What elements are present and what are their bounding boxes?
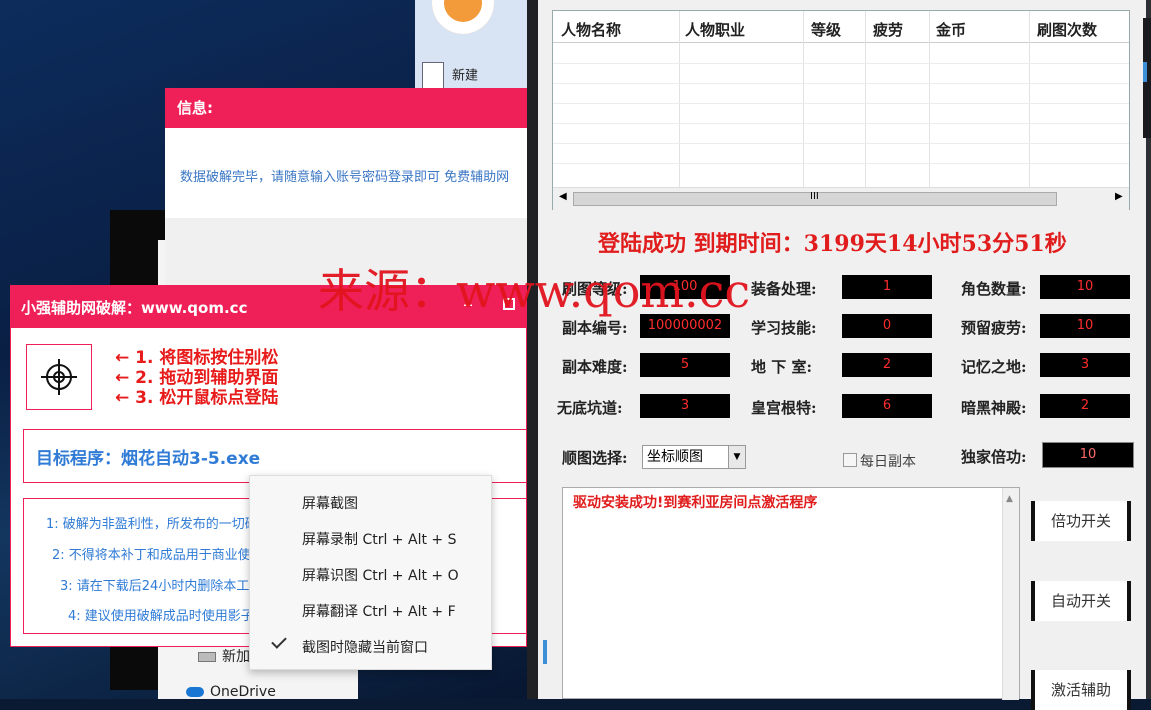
- scroll-left-icon[interactable]: ◀: [559, 191, 567, 202]
- watermark: 来源：www.qom.cc: [318, 264, 751, 318]
- scroll-thumb[interactable]: III: [573, 191, 1057, 206]
- daily-dungeon-checkbox[interactable]: [843, 453, 857, 467]
- column-divider: [679, 11, 680, 187]
- field-value[interactable]: 10: [1040, 275, 1130, 299]
- target-program-label: 目标程序：烟花自动3-5.exe: [36, 449, 261, 469]
- table-header[interactable]: 刷图次数: [1037, 19, 1097, 40]
- app-left-border: [527, 0, 538, 699]
- edge-indicator: [1143, 62, 1147, 82]
- horizontal-scrollbar[interactable]: ◀ III ▶: [553, 187, 1129, 210]
- menu-item-screen-ocr[interactable]: 屏幕识图 Ctrl + Alt + O: [302, 565, 459, 585]
- column-divider: [803, 11, 804, 187]
- menu-item-screen-record[interactable]: 屏幕录制 Ctrl + Alt + S: [302, 529, 456, 549]
- row-divider: [553, 143, 1129, 144]
- table-header[interactable]: 疲劳: [873, 19, 903, 40]
- chevron-down-icon[interactable]: ▼: [728, 446, 745, 468]
- field-label: 学习技能:: [751, 319, 817, 337]
- row-divider: [553, 83, 1129, 84]
- field-value[interactable]: 1: [842, 275, 932, 299]
- menu-item-screenshot[interactable]: 屏幕截图: [302, 493, 358, 513]
- row-divider: [553, 103, 1129, 104]
- multiplier-label: 独家倍功:: [961, 448, 1027, 466]
- row-divider: [553, 163, 1129, 164]
- auto-toggle-button[interactable]: 自动开关: [1031, 581, 1131, 621]
- info-dialog-message: 数据破解完毕，请随意输入账号密码登录即可 免费辅助网: [180, 170, 510, 185]
- crack-window-title: 小强辅助网破解：www.qom.cc: [21, 299, 248, 317]
- field-value[interactable]: 3: [1040, 353, 1130, 377]
- activate-button[interactable]: 激活辅助: [1031, 670, 1131, 710]
- column-divider: [929, 11, 930, 187]
- scroll-up-icon[interactable]: ▲: [1006, 494, 1013, 504]
- vertical-scrollbar[interactable]: ▲: [1002, 488, 1019, 700]
- table-header[interactable]: 金币: [936, 19, 966, 40]
- cloud-icon: [186, 687, 204, 697]
- field-label: 装备处理:: [751, 280, 817, 298]
- drive-icon: [198, 652, 216, 662]
- edge-indicator-left: [543, 640, 547, 664]
- field-label: 皇宫根特:: [751, 399, 817, 417]
- daily-dungeon-label: 每日副本: [860, 454, 916, 470]
- column-divider: [865, 11, 866, 187]
- info-dialog-title: 信息:: [165, 88, 527, 128]
- log-textbox[interactable]: 驱动安装成功!到赛利亚房间点激活程序 ▲: [562, 487, 1020, 700]
- checkmark-icon: [271, 633, 287, 649]
- field-label: 暗黑神殿:: [961, 399, 1027, 417]
- field-value[interactable]: 3: [640, 394, 730, 418]
- row-divider: [553, 123, 1129, 124]
- field-label: 角色数量:: [961, 280, 1027, 298]
- field-label: 无底坑道:: [557, 399, 623, 417]
- field-value[interactable]: 10: [1040, 314, 1130, 338]
- field-value[interactable]: 2: [842, 353, 932, 377]
- menu-item-screen-translate[interactable]: 屏幕翻译 Ctrl + Alt + F: [302, 601, 456, 621]
- field-label: 副本难度:: [562, 358, 628, 376]
- step-1: ← 1. 将图标按住别松: [115, 348, 279, 368]
- step-3: ← 3. 松开鼠标点登陆: [115, 388, 279, 408]
- document-icon: [422, 62, 444, 90]
- log-message: 驱动安装成功!到赛利亚房间点激活程序: [573, 495, 818, 511]
- field-value[interactable]: 5: [640, 353, 730, 377]
- map-select-dropdown[interactable]: 坐标顺图 ▼: [642, 445, 746, 469]
- explorer-onedrive-item[interactable]: OneDrive: [186, 684, 276, 700]
- crosshair-drag-target[interactable]: [26, 344, 92, 410]
- table-header[interactable]: 人物职业: [685, 19, 745, 40]
- field-label: 预留疲劳:: [961, 319, 1027, 337]
- crosshair-icon: [41, 359, 77, 395]
- field-label: 记忆之地:: [961, 358, 1027, 376]
- field-value[interactable]: 2: [1040, 394, 1130, 418]
- login-status: 登陆成功 到期时间：3199天14小时53分51秒: [598, 231, 1067, 257]
- map-select-label: 顺图选择:: [562, 449, 628, 467]
- header-divider: [553, 42, 1129, 43]
- multiplier-toggle-button[interactable]: 倍功开关: [1031, 501, 1131, 541]
- field-label: 地 下 室:: [751, 358, 812, 376]
- table-header[interactable]: 人物名称: [561, 19, 621, 40]
- context-menu: 屏幕截图 屏幕录制 Ctrl + Alt + S 屏幕识图 Ctrl + Alt…: [249, 475, 492, 670]
- character-table[interactable]: 人物名称 人物职业 等级 疲劳 金币 刷图次数 ◀ III ▶: [552, 10, 1130, 210]
- step-2: ← 2. 拖动到辅助界面: [115, 368, 279, 388]
- menu-item-hide-window[interactable]: 截图时隐藏当前窗口: [302, 637, 428, 657]
- instruction-steps: ← 1. 将图标按住别松 ← 2. 拖动到辅助界面 ← 3. 松开鼠标点登陆: [115, 348, 278, 408]
- field-value[interactable]: 6: [842, 394, 932, 418]
- multiplier-value[interactable]: 10: [1042, 442, 1134, 468]
- row-divider: [553, 63, 1129, 64]
- field-value[interactable]: 0: [842, 314, 932, 338]
- scroll-right-icon[interactable]: ▶: [1115, 191, 1123, 202]
- column-divider: [1029, 11, 1030, 187]
- table-header[interactable]: 等级: [811, 19, 841, 40]
